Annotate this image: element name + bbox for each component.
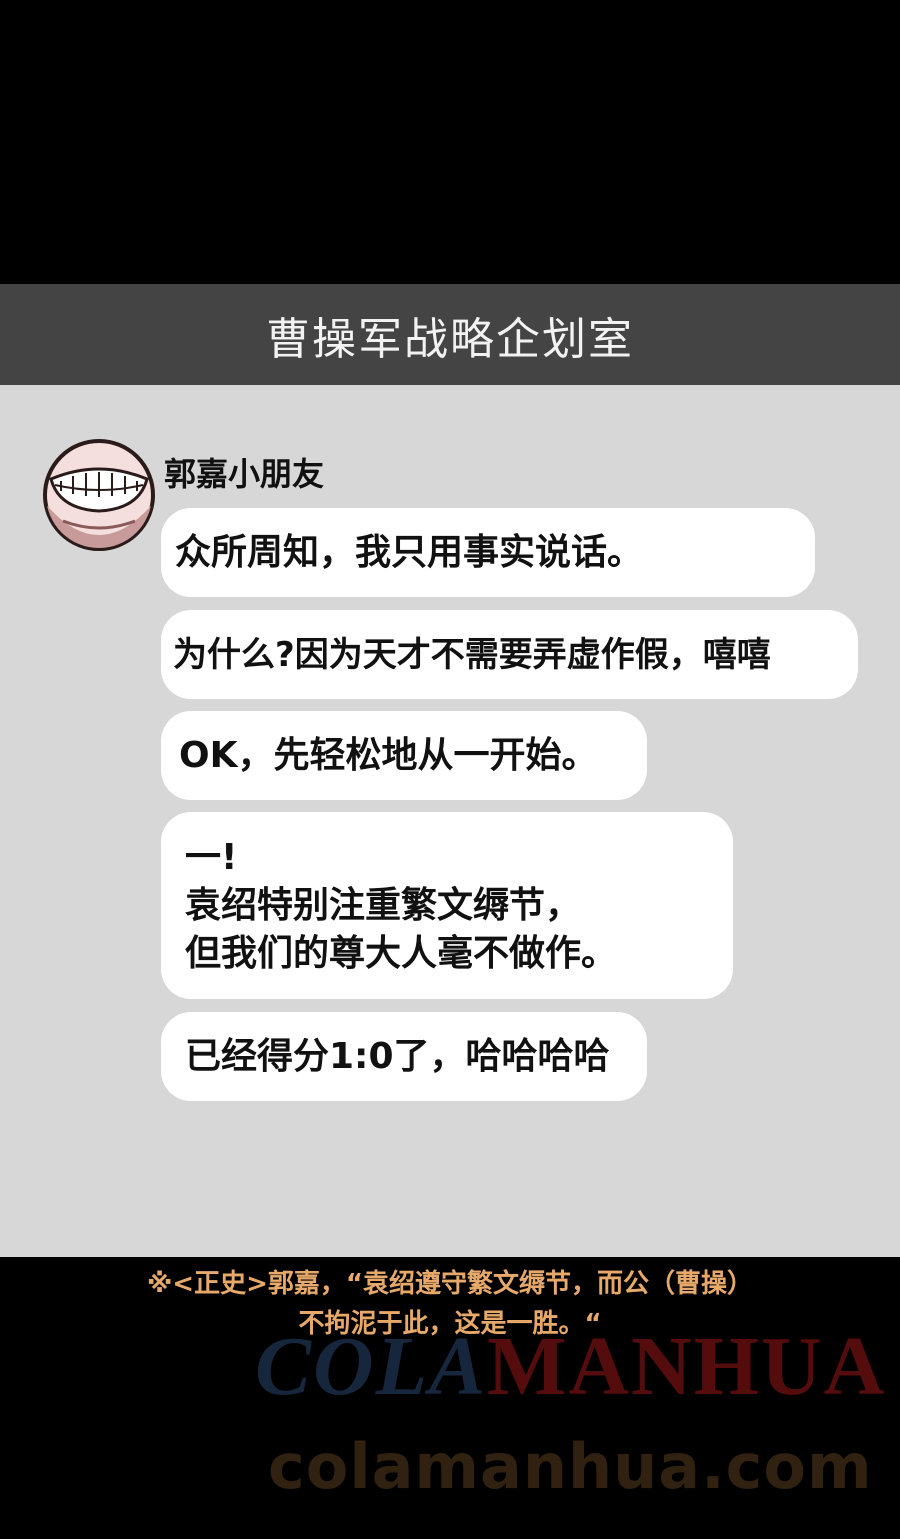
watermark-url: colamanhua.com bbox=[268, 1430, 873, 1503]
top-black-panel bbox=[0, 0, 900, 284]
watermark-part-b: MANHUA bbox=[487, 1320, 887, 1413]
message-text-line: 袁绍特别注重繁文缛节， bbox=[185, 885, 582, 926]
message-text: 为什么?因为天才不需要弄虚作假，嘻嘻 bbox=[173, 634, 771, 675]
message-bubble[interactable]: OK，先轻松地从一开始。 bbox=[161, 711, 647, 800]
watermark-part-a: COLA bbox=[255, 1320, 488, 1413]
footnote-line: ※<正史>郭嘉，“袁绍遵守繁文缛节，而公（曹操） bbox=[147, 1269, 753, 1299]
message-bubble[interactable]: 为什么?因为天才不需要弄虚作假，嘻嘻 bbox=[161, 610, 858, 699]
message-bubble[interactable]: 已经得分1:0了，哈哈哈哈 bbox=[161, 1012, 647, 1101]
watermark-logo: COLAMANHUA bbox=[255, 1318, 886, 1415]
grinning-mouth-avatar-icon[interactable] bbox=[43, 439, 155, 551]
message-text-line: 但我们的尊大人毫不做作。 bbox=[185, 933, 618, 974]
sender-name: 郭嘉小朋友 bbox=[164, 455, 325, 493]
message-text: OK，先轻松地从一开始。 bbox=[179, 734, 598, 776]
message-text: 众所周知，我只用事实说话。 bbox=[175, 531, 644, 573]
chat-title: 曹操军战略企划室 bbox=[266, 313, 634, 365]
chat-header: 曹操军战略企划室 bbox=[0, 284, 900, 385]
message-bubble[interactable]: 一! 袁绍特别注重繁文缛节， 但我们的尊大人毫不做作。 bbox=[161, 812, 733, 999]
message-text-line: 一! bbox=[185, 837, 238, 878]
message-bubble[interactable]: 众所周知，我只用事实说话。 bbox=[161, 508, 815, 597]
message-text: 已经得分1:0了，哈哈哈哈 bbox=[185, 1035, 610, 1077]
